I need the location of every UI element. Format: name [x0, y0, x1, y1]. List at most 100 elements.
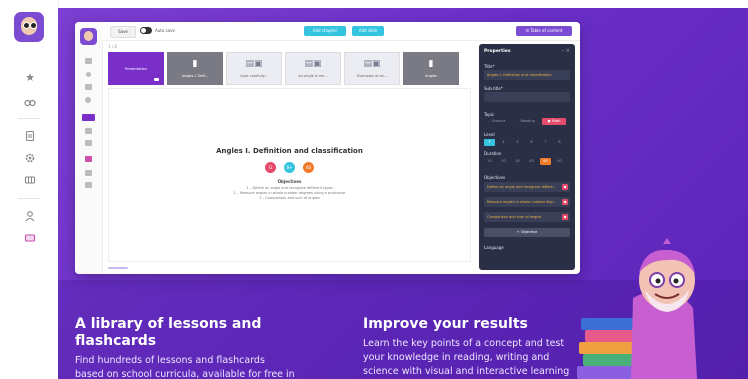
duration-option[interactable]: 45 [526, 158, 537, 165]
binoculars-icon[interactable] [24, 96, 36, 108]
trash-icon[interactable]: ▪ [562, 184, 568, 190]
objectives-label: Objectives [484, 175, 506, 180]
level-option[interactable]: 6 [526, 139, 537, 146]
feature-body-line: based on school curricula, available for… [75, 369, 295, 379]
chart-icon[interactable] [85, 140, 92, 146]
editor-toolbar: Save Auto save Add chapter Add slide ☰ T… [102, 22, 580, 41]
logo-eye-left [23, 22, 30, 29]
slide-thumb[interactable]: ▤▣ An angle is me... [285, 52, 341, 85]
slide-thumb[interactable]: ▮ Angles [403, 52, 459, 85]
layout-icon: ▤▣ [363, 59, 381, 69]
objective-field[interactable]: Define an angle and recognize differe...… [484, 182, 570, 192]
close-icon[interactable]: – × [562, 48, 570, 54]
star-icon[interactable] [86, 72, 91, 77]
logo-eye-right [30, 22, 37, 29]
slide-thumb-presentation[interactable]: Presentation [108, 52, 164, 85]
topic-label: Topic [484, 112, 495, 117]
title-field-value: Angles I. Definition and classification [487, 73, 552, 77]
circle-icon[interactable] [85, 97, 91, 103]
duration-option[interactable]: 90 [554, 158, 565, 165]
autosave-label: Auto save [155, 28, 175, 33]
feature-library: A library of lessons and flashcards Find… [75, 316, 335, 379]
objective-field[interactable]: Measure angles in whole number deg... ▪ [484, 197, 570, 207]
objective-field[interactable]: Comparison and sum of angles ▪ [484, 212, 570, 222]
editor-nav-icon[interactable] [85, 58, 92, 64]
slide-thumb[interactable]: ▤▣ Examples of an... [344, 52, 400, 85]
document-icon[interactable] [24, 130, 36, 142]
title-label: Title* [484, 64, 495, 69]
cards-icon[interactable] [24, 232, 36, 244]
objective-line: 1 – Define an angle and recognize differ… [246, 186, 333, 190]
duration-option-selected[interactable]: 60 [540, 158, 551, 165]
level-option[interactable]: 8 [554, 139, 565, 146]
rail-divider [18, 198, 40, 199]
topic-option[interactable]: ◦ Reading [513, 118, 539, 125]
editor-logo[interactable] [80, 28, 97, 45]
lock-icon [154, 78, 159, 81]
feature-title-line: flashcards [75, 333, 157, 349]
slide-thumb-label: Presentation [125, 67, 147, 71]
bookmark-icon: ▮ [192, 59, 198, 69]
feature-title-line: A library of lessons and [75, 316, 262, 332]
user-icon[interactable] [24, 210, 36, 222]
objective-field-value: Comparison and sum of angles [487, 215, 542, 219]
add-slide-button[interactable]: Add slide [352, 26, 384, 36]
save-button[interactable]: Save [110, 26, 136, 38]
topic-options: ◦ Science ◦ Reading ● Math [484, 118, 569, 125]
subtitle-field[interactable] [484, 92, 570, 102]
layout-icon: ▤▣ [304, 59, 322, 69]
level-badge: B+ [284, 162, 295, 173]
subtitle-label: Sub-title* [484, 86, 503, 91]
objective-field-value: Define an angle and recognize differe... [487, 185, 557, 189]
objective-line: 2 – Measure angles in whole number degre… [233, 191, 346, 195]
feature-title: A library of lessons and flashcards [75, 316, 335, 350]
duration-badge: 60 [303, 162, 314, 173]
trash-icon[interactable]: ▪ [562, 199, 568, 205]
slide-thumb[interactable]: ▤▣ Look carefully... [226, 52, 282, 85]
app-logo[interactable] [14, 12, 44, 42]
objectives-heading: Objectives [277, 179, 302, 184]
topic-option-selected[interactable]: ● Math [542, 118, 566, 125]
level-label: Level [484, 132, 495, 137]
add-objective-button[interactable]: + Objective [484, 228, 570, 237]
autosave-toggle[interactable] [140, 27, 152, 34]
layout-icon: ▤▣ [245, 59, 263, 69]
level-option[interactable]: 5 [512, 139, 523, 146]
duration-options: 15 20 30 45 60 90 [484, 158, 568, 165]
level-option[interactable]: 4 [498, 139, 509, 146]
rail-divider [18, 118, 40, 119]
document-icon[interactable] [85, 128, 92, 134]
level-option[interactable]: 7 [540, 139, 551, 146]
user-icon[interactable] [85, 170, 92, 176]
table-of-content-button[interactable]: ☰ Table of content [516, 26, 572, 36]
properties-panel: Properties – × Title* Angles I. Definiti… [479, 44, 575, 270]
binoculars-icon[interactable] [85, 84, 92, 90]
slide-thumb-label: An angle is me... [298, 74, 328, 78]
slide-badges: G B+ 60 [109, 162, 470, 173]
left-sidebar: ★ [0, 0, 59, 379]
duration-option[interactable]: 15 [484, 158, 495, 165]
slide-thumb[interactable]: ▮ Angles I. Defi... [167, 52, 223, 85]
active-nav-icon[interactable] [82, 114, 95, 121]
slide-canvas[interactable]: Angles I. Definition and classification … [108, 88, 471, 262]
level-option-selected[interactable]: 3 [484, 139, 495, 146]
editor-preview: Save Auto save Add chapter Add slide ☰ T… [75, 22, 580, 274]
mascot-illustration [577, 238, 697, 379]
slide-scrollbar[interactable] [108, 267, 128, 269]
topic-option[interactable]: ◦ Science [484, 118, 510, 125]
duration-option[interactable]: 30 [512, 158, 523, 165]
properties-title: Properties [484, 49, 511, 54]
duration-option[interactable]: 20 [498, 158, 509, 165]
level-options: 3 4 5 6 7 8 [484, 139, 568, 146]
star-icon[interactable]: ★ [24, 72, 36, 84]
grid-icon[interactable] [24, 174, 36, 186]
add-chapter-button[interactable]: Add chapter [304, 26, 346, 36]
topic-badge: G [265, 162, 276, 173]
bookmark-icon: ▮ [428, 59, 434, 69]
gear-icon[interactable] [24, 152, 36, 164]
cards-icon[interactable] [85, 156, 92, 162]
title-field[interactable]: Angles I. Definition and classification [484, 70, 570, 80]
flag-icon[interactable] [85, 182, 92, 188]
slide-strip: Presentation ▮ Angles I. Defi... ▤▣ Look… [108, 52, 459, 85]
trash-icon[interactable]: ▪ [562, 214, 568, 220]
